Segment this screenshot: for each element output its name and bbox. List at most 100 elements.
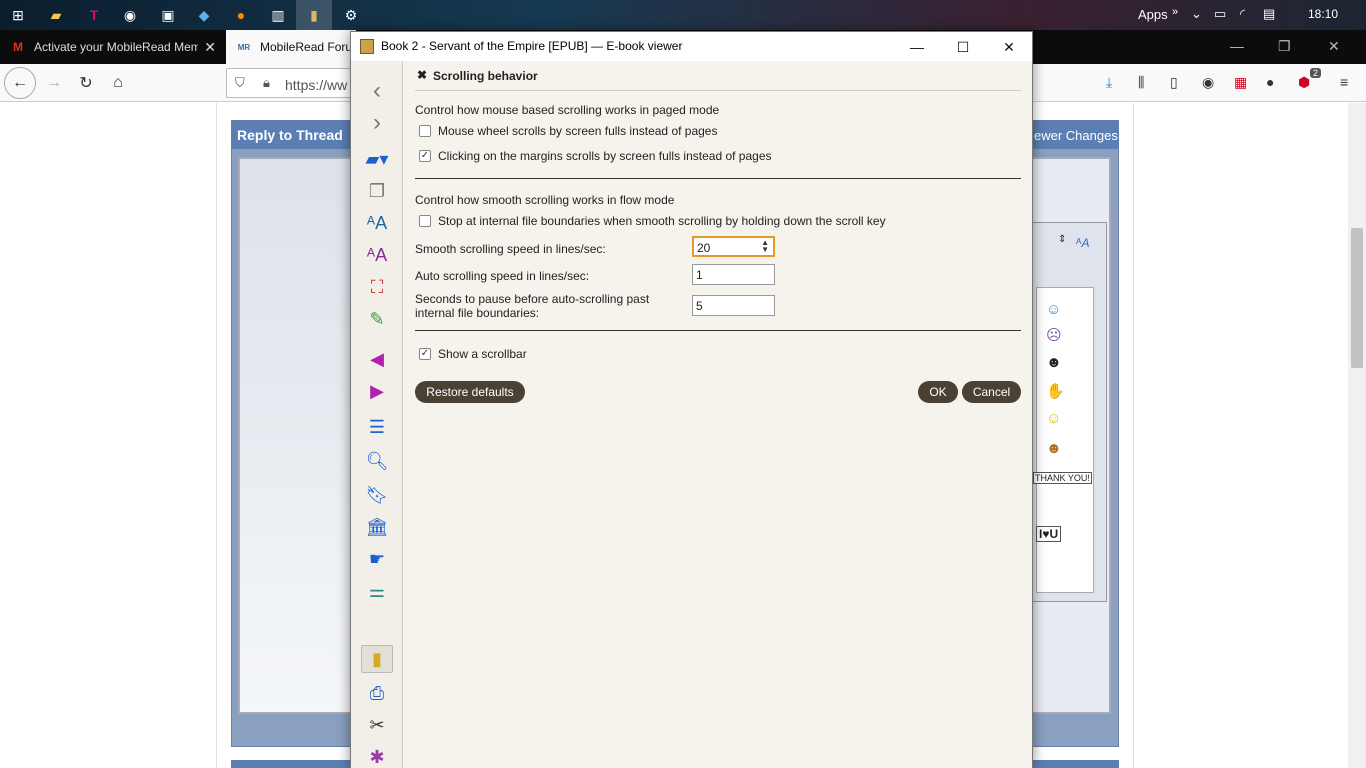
print-icon[interactable]: ⎙ (361, 679, 393, 707)
next-section-icon[interactable]: ▶ (361, 377, 393, 405)
smilie-read-icon[interactable]: ☻ (1046, 440, 1062, 457)
app-icon[interactable]: ◆ (194, 5, 214, 25)
smilie-shock-icon[interactable]: ☻ (1046, 354, 1062, 371)
wifi-icon[interactable]: ◜ (1240, 6, 1245, 22)
url-text[interactable]: https://ww (285, 77, 347, 93)
notifications-icon[interactable]: ▤ (1263, 6, 1275, 22)
smooth-speed-label: Smooth scrolling speed in lines/sec: (415, 242, 606, 256)
forward-icon[interactable]: › (361, 109, 393, 137)
ok-button[interactable]: OK (918, 381, 958, 403)
close-dialog-icon[interactable]: ✖ (417, 68, 427, 82)
ebook-viewer-task-icon[interactable]: ▮ (304, 5, 324, 25)
fullscreen-icon[interactable]: ⛶ (361, 273, 393, 301)
tray-apps-label[interactable]: Apps (1138, 7, 1168, 22)
mouse-wheel-label[interactable]: Mouse wheel scrolls by screen fulls inst… (438, 124, 717, 138)
scrollbar-checkbox[interactable]: ✓ (419, 348, 431, 360)
library-icon[interactable]: ⫼ (1138, 74, 1144, 91)
close-icon[interactable]: ✕ (994, 36, 1024, 58)
battery-icon[interactable]: ▭ (1214, 6, 1226, 22)
firefox-icon[interactable]: ● (231, 5, 251, 25)
preferences-icon[interactable]: ⚌ (361, 577, 393, 605)
tray-overflow-icon[interactable]: » (1172, 6, 1178, 18)
smilie-sad-icon[interactable]: ☹ (1046, 326, 1062, 344)
mobileread-icon: MR (237, 42, 251, 52)
auto-speed-label: Auto scrolling speed in lines/sec: (415, 269, 590, 283)
close-icon[interactable]: ✕ (1328, 38, 1340, 55)
reload-button[interactable]: ↻ (74, 71, 98, 95)
viewer-titlebar[interactable]: Book 2 - Servant of the Empire [EPUB] — … (351, 32, 1032, 61)
back-icon[interactable]: ‹ (361, 77, 393, 105)
minimize-icon[interactable]: — (1230, 38, 1244, 54)
section-paged-mode: Control how mouse based scrolling works … (415, 103, 720, 117)
extension-icon[interactable]: ● (1266, 74, 1274, 90)
tools-icon[interactable]: ✂ (361, 711, 393, 739)
resize-arrows-icon[interactable]: ⇕ (1058, 234, 1066, 245)
shield-icon[interactable]: ⛉ (235, 75, 245, 91)
scrolling-icon[interactable]: ▮ (361, 645, 393, 673)
back-button[interactable]: ← (4, 67, 36, 99)
chevron-up-icon[interactable]: ⌄ (1191, 6, 1202, 22)
menu-icon[interactable]: ≡ (1340, 74, 1348, 90)
tab-mobileread[interactable]: MR MobileRead Forum (226, 30, 356, 64)
restore-icon[interactable]: ❐ (1278, 38, 1291, 55)
home-button[interactable]: ⌂ (106, 71, 130, 95)
mouse-wheel-checkbox[interactable] (419, 125, 431, 137)
color-scheme-icon[interactable]: ✎ (361, 305, 393, 333)
font-size-decrease-icon[interactable]: ᴬA (361, 241, 393, 269)
sidebar-icon[interactable]: ▯ (1170, 74, 1178, 91)
account-icon[interactable]: ◉ (1202, 74, 1214, 91)
smilie-think-icon[interactable]: ☺ (1046, 410, 1061, 427)
stop-internal-checkbox[interactable] (419, 215, 431, 227)
lock-icon[interactable]: 🔒︎ (263, 75, 270, 91)
tab-gmail[interactable]: M Activate your MobileRead Mem ✕ (0, 30, 224, 64)
spinner-arrows-icon[interactable]: ▲ ▼ (761, 239, 769, 254)
scrollbar-label[interactable]: Show a scrollbar (438, 347, 527, 361)
margins-checkbox[interactable]: ✓ (419, 150, 431, 162)
search-icon[interactable]: 🔍︎ (361, 447, 393, 475)
calibre-icon[interactable]: ✱ (361, 743, 393, 768)
telekom-icon[interactable]: T (84, 5, 104, 25)
smilie-thank-you-sign[interactable]: THANK YOU! (1033, 472, 1092, 484)
extension-off-icon[interactable]: ▦ (1234, 74, 1247, 91)
adblock-icon[interactable]: ⬢ (1298, 74, 1310, 91)
lookup-icon[interactable]: ☛ (361, 545, 393, 573)
url-bar[interactable]: ⛉ 🔒︎ https://ww (226, 68, 356, 98)
ebook-viewer-window: Book 2 - Servant of the Empire [EPUB] — … (350, 31, 1033, 768)
file-explorer-icon[interactable]: ▰ (46, 5, 66, 25)
bookmark-icon[interactable]: 🔖︎ (361, 481, 393, 509)
photos-icon[interactable]: ▣ (158, 5, 178, 25)
goto-location-icon[interactable]: ☰ (361, 413, 393, 441)
editor-textarea[interactable] (240, 159, 350, 712)
smilie-i-love-u-sign[interactable]: I♥U (1036, 526, 1062, 542)
reference-mode-icon[interactable]: 🏛︎ (361, 513, 393, 541)
open-book-icon[interactable]: ▰▾ (361, 145, 393, 173)
page-scrollbar[interactable] (1348, 103, 1366, 768)
gmail-icon: M (13, 40, 23, 54)
smilie-wave-icon[interactable]: ✋ (1046, 382, 1065, 400)
font-style-icon[interactable]: ᴬA (1076, 236, 1089, 250)
pause-input[interactable]: 5 (692, 295, 775, 316)
copy-icon[interactable]: ❐ (361, 177, 393, 205)
minimize-icon[interactable]: — (902, 36, 932, 58)
maximize-icon[interactable]: ☐ (948, 36, 978, 58)
viewer-app-icon (360, 39, 374, 54)
restore-defaults-button[interactable]: Restore defaults (415, 381, 525, 403)
downloads-icon[interactable]: ⤓ (1106, 74, 1112, 91)
close-tab-icon[interactable]: ✕ (204, 39, 216, 56)
auto-speed-input[interactable]: 1 (692, 264, 775, 285)
settings-app-icon[interactable]: ⚙ (341, 5, 361, 25)
previous-section-icon[interactable]: ◀ (361, 345, 393, 373)
margins-label[interactable]: Clicking on the margins scrolls by scree… (438, 149, 772, 163)
font-size-increase-icon[interactable]: ᴬA (361, 209, 393, 237)
forward-button[interactable]: → (42, 71, 66, 95)
clock[interactable]: 18:10 (1308, 7, 1338, 21)
smilie-smile-icon[interactable]: ☺ (1046, 301, 1061, 318)
page-scrollbar-thumb[interactable] (1351, 228, 1363, 368)
discord-icon[interactable]: ◉ (120, 5, 140, 25)
cancel-button[interactable]: Cancel (962, 381, 1021, 403)
smooth-speed-input[interactable]: 20 ▲ ▼ (692, 236, 775, 257)
calibre-library-icon[interactable]: ▥ (268, 5, 288, 25)
stop-internal-label[interactable]: Stop at internal file boundaries when sm… (438, 214, 886, 228)
view-changes-link[interactable]: ewer Changes (1034, 128, 1118, 143)
start-icon[interactable]: ⊞ (8, 5, 28, 25)
